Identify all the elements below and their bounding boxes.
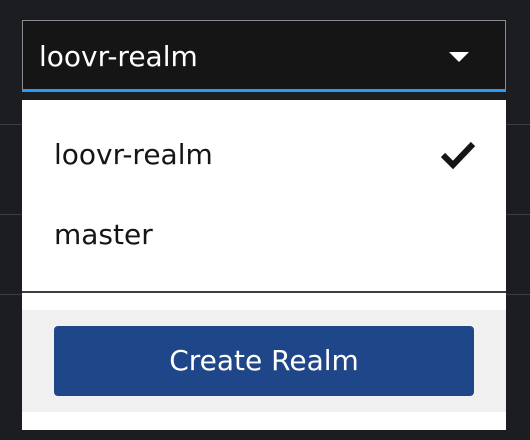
menu-item-label: master	[54, 218, 153, 251]
realm-selector-toggle[interactable]: loovr-realm	[22, 20, 506, 92]
create-realm-button[interactable]: Create Realm	[54, 326, 474, 396]
menu-item-loovr-realm[interactable]: loovr-realm	[22, 122, 506, 192]
menu-footer: Create Realm	[22, 310, 506, 412]
menu-item-label: loovr-realm	[54, 138, 213, 171]
realm-selector-value: loovr-realm	[39, 40, 198, 73]
caret-down-icon	[449, 52, 469, 62]
menu-divider	[22, 291, 506, 293]
check-icon	[440, 141, 476, 170]
menu-item-master[interactable]: master	[22, 202, 506, 272]
realm-dropdown-menu: loovr-realm master Create Realm	[22, 100, 506, 430]
